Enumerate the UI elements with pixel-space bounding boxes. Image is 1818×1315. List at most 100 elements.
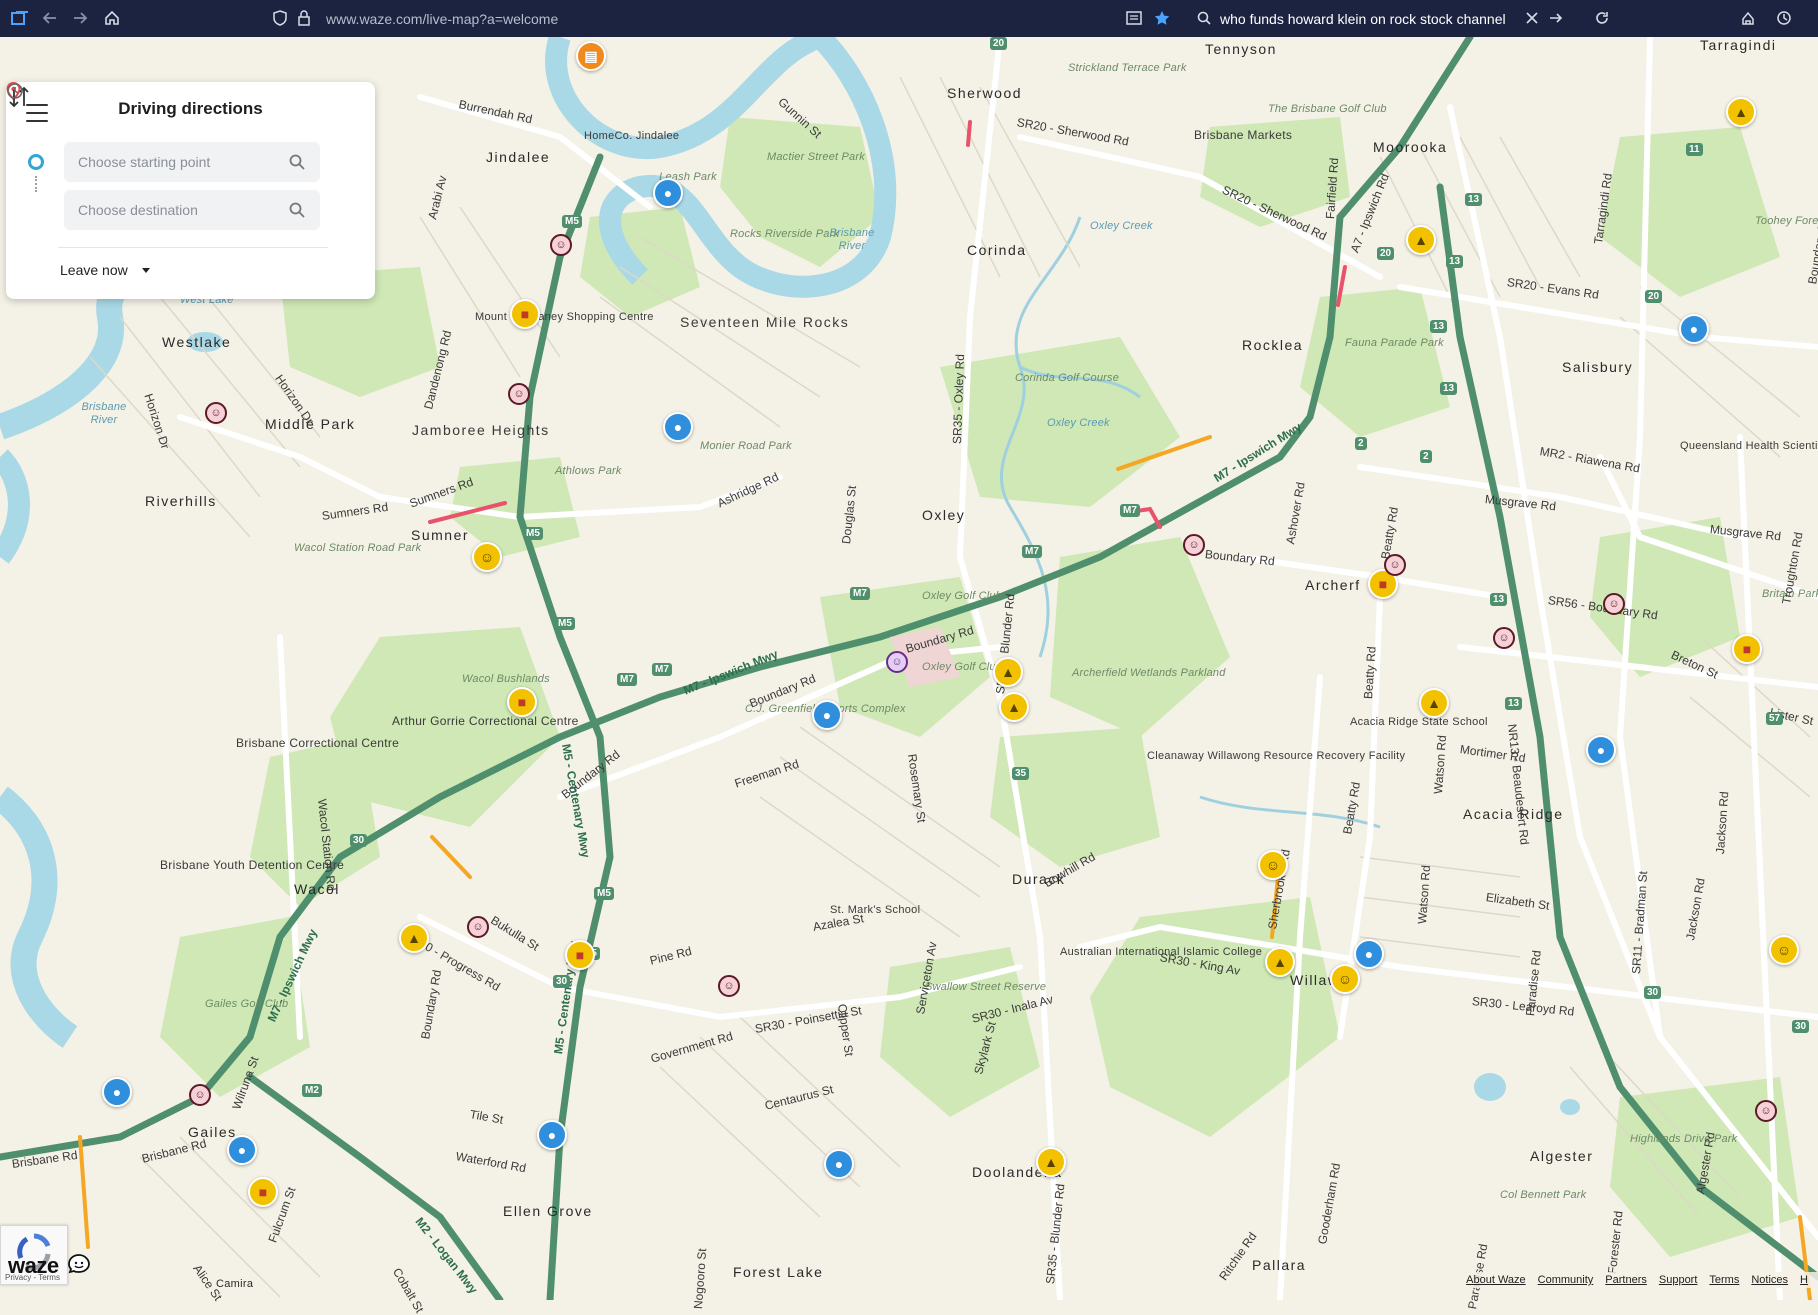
place-seventeen-mile-rocks: Seventeen Mile Rocks bbox=[680, 314, 780, 330]
footer-link-terms[interactable]: Terms bbox=[1709, 1274, 1739, 1286]
place-riverhills: Riverhills bbox=[145, 493, 217, 509]
police-icon[interactable]: ● bbox=[102, 1077, 132, 1107]
home-icon[interactable] bbox=[100, 6, 124, 30]
route-shield: 35 bbox=[1012, 767, 1029, 780]
speed-camera-icon[interactable]: ■ bbox=[510, 299, 540, 329]
speed-camera-icon[interactable]: ■ bbox=[507, 687, 537, 717]
hazard-icon[interactable]: ▲ bbox=[1265, 947, 1295, 977]
wazer-icon[interactable]: ☺ bbox=[1384, 554, 1406, 576]
police-icon[interactable]: ● bbox=[1586, 735, 1616, 765]
place-pallara: Pallara bbox=[1252, 1257, 1306, 1273]
police-icon[interactable]: ● bbox=[653, 178, 683, 208]
go-arrow-icon[interactable] bbox=[1544, 6, 1568, 30]
place-tarragindi: Tarragindi bbox=[1700, 37, 1776, 53]
search-bar[interactable]: who funds howard klein on rock stock cha… bbox=[1190, 4, 1570, 32]
police-icon[interactable]: ● bbox=[1679, 314, 1709, 344]
shield-icon[interactable] bbox=[268, 6, 292, 30]
traffic-jam-icon[interactable]: ☺ bbox=[1258, 850, 1288, 880]
hazard-icon[interactable]: ▲ bbox=[1406, 225, 1436, 255]
live-map[interactable]: Tennyson Sherwood Moorooka Jindalee Cori… bbox=[0, 37, 1818, 1300]
route-shield: 13 bbox=[1465, 193, 1482, 206]
hazard-icon[interactable]: ▲ bbox=[1419, 688, 1449, 718]
waze-logo: waze bbox=[8, 1253, 59, 1279]
search-icon[interactable] bbox=[288, 201, 306, 219]
police-icon[interactable]: ● bbox=[663, 412, 693, 442]
footer-link-partners[interactable]: Partners bbox=[1605, 1274, 1647, 1286]
wazer-icon[interactable]: ☺ bbox=[508, 383, 530, 405]
hazard-icon[interactable]: ▲ bbox=[993, 657, 1023, 687]
wazer-icon[interactable]: ☺ bbox=[1603, 593, 1625, 615]
poi-australian-islamic: Australian International Islamic College bbox=[1060, 945, 1132, 960]
hazard-icon[interactable]: ▲ bbox=[399, 923, 429, 953]
leave-now-dropdown[interactable]: Leave now bbox=[60, 262, 128, 278]
road-closure-icon[interactable]: ▤ bbox=[576, 41, 606, 71]
police-icon[interactable]: ● bbox=[537, 1120, 567, 1150]
starting-point-input[interactable] bbox=[64, 142, 320, 182]
hazard-icon[interactable]: ▲ bbox=[1726, 97, 1756, 127]
wazer-icon[interactable]: ☺ bbox=[1755, 1100, 1777, 1122]
water-brisbane-river: Brisbane River bbox=[828, 227, 876, 253]
wazer-icon[interactable]: ☺ bbox=[886, 651, 908, 673]
waze-logo-icon bbox=[66, 1253, 92, 1275]
place-oxley: Oxley bbox=[922, 507, 965, 523]
extensions-icon[interactable] bbox=[1736, 6, 1760, 30]
place-algester: Algester bbox=[1530, 1148, 1593, 1164]
police-icon[interactable]: ● bbox=[227, 1135, 257, 1165]
place-westlake: Westlake bbox=[162, 334, 231, 350]
wazer-icon[interactable]: ☺ bbox=[467, 916, 489, 938]
park-toohey-forest: Toohey Forest Park bbox=[1755, 215, 1803, 228]
route-shield: M7 bbox=[1120, 504, 1140, 517]
traffic-jam-icon[interactable]: ☺ bbox=[1769, 935, 1799, 965]
poi-queensland-health: Queensland Health Scientific Services bbox=[1680, 439, 1770, 454]
park-oxley-golf: Oxley Golf Club bbox=[922, 590, 968, 603]
wazer-icon[interactable]: ☺ bbox=[1183, 534, 1205, 556]
police-icon[interactable]: ● bbox=[812, 700, 842, 730]
destination-input[interactable] bbox=[64, 190, 320, 230]
lock-icon[interactable] bbox=[292, 6, 316, 30]
park-rocks-riverside: Rocks Riverside Park bbox=[730, 228, 786, 241]
forward-arrow-icon[interactable] bbox=[68, 6, 92, 30]
hazard-icon[interactable]: ▲ bbox=[999, 692, 1029, 722]
wazer-icon[interactable]: ☺ bbox=[189, 1084, 211, 1106]
park-monier-road: Monier Road Park bbox=[700, 440, 754, 453]
route-shield: M7 bbox=[652, 663, 672, 676]
park-oxley-golf-2: Oxley Golf Club bbox=[922, 661, 968, 674]
clear-search-icon[interactable] bbox=[1520, 6, 1544, 30]
footer-link-help[interactable]: H bbox=[1800, 1274, 1808, 1286]
wazer-icon[interactable]: ☺ bbox=[1493, 627, 1515, 649]
road-nogooro: Nogooro St bbox=[691, 1248, 709, 1310]
traffic-jam-icon[interactable]: ☺ bbox=[1330, 964, 1360, 994]
footer-link-community[interactable]: Community bbox=[1538, 1274, 1594, 1286]
footer-link-about[interactable]: About Waze bbox=[1466, 1274, 1526, 1286]
reload-icon[interactable] bbox=[1590, 6, 1614, 30]
address-bar[interactable]: www.waze.com/live-map?a=welcome bbox=[262, 4, 1182, 32]
police-icon[interactable]: ● bbox=[824, 1149, 854, 1179]
history-clock-icon[interactable] bbox=[1772, 6, 1796, 30]
back-arrow-icon[interactable] bbox=[38, 6, 62, 30]
bookmark-star-icon[interactable] bbox=[1150, 6, 1174, 30]
chevron-down-icon[interactable] bbox=[142, 268, 150, 273]
footer-link-support[interactable]: Support bbox=[1659, 1274, 1698, 1286]
wazer-icon[interactable]: ☺ bbox=[718, 975, 740, 997]
park-brisbane-golf: The Brisbane Golf Club bbox=[1268, 103, 1340, 116]
wazer-icon[interactable]: ☺ bbox=[205, 402, 227, 424]
traffic-jam-icon[interactable]: ☺ bbox=[472, 542, 502, 572]
reader-view-icon[interactable] bbox=[1122, 6, 1146, 30]
place-ellen-grove: Ellen Grove bbox=[503, 1203, 593, 1219]
tab-overview-icon[interactable] bbox=[8, 6, 32, 30]
place-rocklea: Rocklea bbox=[1242, 337, 1303, 353]
place-corinda: Corinda bbox=[967, 242, 1027, 258]
footer-link-notices[interactable]: Notices bbox=[1751, 1274, 1788, 1286]
route-shield: 30 bbox=[1644, 986, 1661, 999]
clock-icon bbox=[6, 82, 24, 100]
police-icon[interactable]: ● bbox=[1354, 939, 1384, 969]
poi-homeco: HomeCo. Jindalee bbox=[584, 129, 624, 144]
route-shield: 30 bbox=[350, 834, 367, 847]
speed-camera-icon[interactable]: ■ bbox=[565, 940, 595, 970]
wazer-icon[interactable]: ☺ bbox=[550, 234, 572, 256]
speed-camera-icon[interactable]: ■ bbox=[248, 1177, 278, 1207]
place-forest-lake: Forest Lake bbox=[733, 1264, 823, 1280]
hazard-icon[interactable]: ▲ bbox=[1036, 1147, 1066, 1177]
search-icon[interactable] bbox=[288, 153, 306, 171]
speed-camera-icon[interactable]: ■ bbox=[1732, 634, 1762, 664]
